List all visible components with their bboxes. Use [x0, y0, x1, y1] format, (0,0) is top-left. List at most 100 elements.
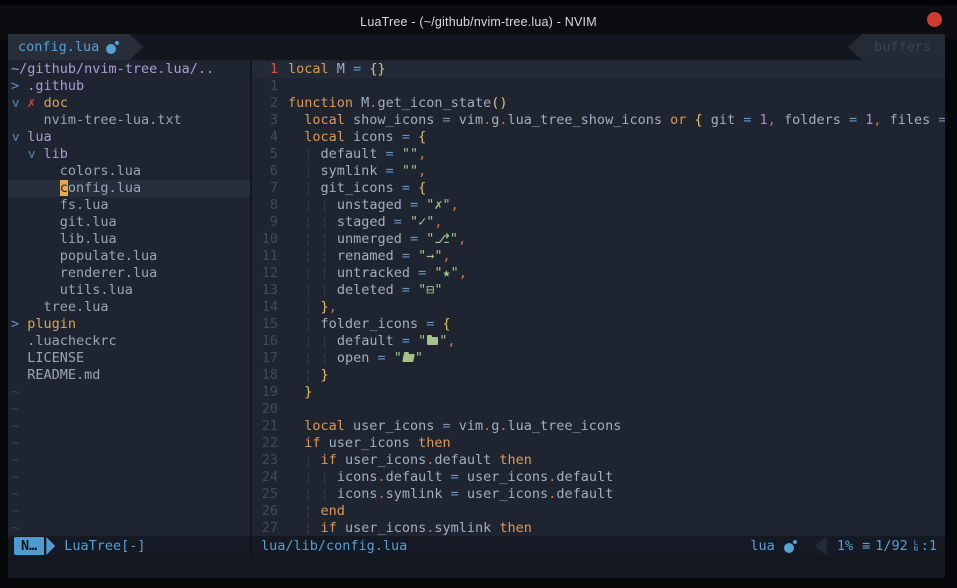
code-buffer: 1local M = {}12function M.get_icon_state… — [252, 60, 945, 536]
code-line[interactable]: 21 local user_icons = vim.g.lua_tree_ico… — [252, 418, 945, 435]
tree-row[interactable]: LICENSE — [8, 350, 250, 367]
tree-row[interactable]: lib.lua — [8, 231, 250, 248]
tree-row[interactable]: > lib — [8, 146, 250, 163]
tree-row[interactable]: > plugin — [8, 316, 250, 333]
line-number: 6 — [252, 163, 278, 180]
line-number: 1 — [252, 78, 278, 95]
line-number: 14 — [252, 299, 278, 316]
empty-line-tilde: ~ — [8, 401, 250, 418]
code-line[interactable]: 18 ¦ } — [252, 367, 945, 384]
editor-split: ~/github/nvim-tree.lua/..> .github> ✗ do… — [8, 60, 945, 536]
line-number: 19 — [252, 384, 278, 401]
line-number: 16 — [252, 333, 278, 350]
tab-bar: config.lua buffers — [8, 34, 945, 60]
menu-icon: ≡ — [862, 538, 870, 554]
empty-line-tilde: ~ — [8, 520, 250, 536]
code-line[interactable]: 12 ¦ ¦ untracked = "★", — [252, 265, 945, 282]
code-line[interactable]: 19 } — [252, 384, 945, 401]
scroll-percent: 1% — [837, 538, 853, 554]
tab-config-lua[interactable]: config.lua — [8, 34, 143, 60]
column-position: :1 — [921, 538, 937, 554]
tree-row[interactable]: README.md — [8, 367, 250, 384]
tree-row[interactable]: > lua — [8, 129, 250, 146]
empty-line-tilde: ~ — [8, 503, 250, 520]
code-line[interactable]: 7 ¦ git_icons = { — [252, 180, 945, 197]
code-line[interactable]: 14 ¦ }, — [252, 299, 945, 316]
code-line[interactable]: 10 ¦ ¦ unmerged = "⎇", — [252, 231, 945, 248]
code-line[interactable]: 2function M.get_icon_state() — [252, 95, 945, 112]
tree-row[interactable]: > ✗ doc — [8, 95, 250, 112]
tree-row[interactable]: ~/github/nvim-tree.lua/.. — [8, 61, 250, 78]
line-number-icon: LN — [914, 540, 921, 552]
line-number: 22 — [252, 435, 278, 452]
line-number: 25 — [252, 486, 278, 503]
line-number: 5 — [252, 146, 278, 163]
line-number: 21 — [252, 418, 278, 435]
folder-open-icon — [402, 354, 414, 362]
tree-row[interactable]: nvim-tree-lua.txt — [8, 112, 250, 129]
line-number: 1 — [252, 61, 278, 78]
empty-line-tilde: ~ — [8, 486, 250, 503]
tree-row[interactable]: fs.lua — [8, 197, 250, 214]
line-number: 23 — [252, 452, 278, 469]
lua-moon-icon — [106, 41, 119, 54]
code-line[interactable]: 13 ¦ ¦ deleted = "⊟" — [252, 282, 945, 299]
tree-row[interactable]: renderer.lua — [8, 265, 250, 282]
line-number: 7 — [252, 180, 278, 197]
folder-closed-icon — [427, 337, 438, 345]
line-number: 20 — [252, 401, 278, 418]
code-line[interactable]: 11 ¦ ¦ renamed = "→", — [252, 248, 945, 265]
line-number: 12 — [252, 265, 278, 282]
code-line[interactable]: 6 ¦ symlink = "", — [252, 163, 945, 180]
code-line[interactable]: 4 local icons = { — [252, 129, 945, 146]
code-line[interactable]: 3 local show_icons = vim.g.lua_tree_show… — [252, 112, 945, 129]
powerline-chevron-icon — [815, 536, 827, 556]
tree-row[interactable]: tree.lua — [8, 299, 250, 316]
line-number: 10 — [252, 231, 278, 248]
code-line[interactable]: 9 ¦ ¦ staged = "✓", — [252, 214, 945, 231]
empty-line-tilde: ~ — [8, 418, 250, 435]
line-number: 4 — [252, 129, 278, 146]
code-line[interactable]: 1local M = {} — [252, 61, 945, 78]
empty-line-tilde: ~ — [8, 469, 250, 486]
buffers-label[interactable]: buffers — [848, 34, 945, 60]
line-number: 2 — [252, 95, 278, 112]
empty-line-tilde: ~ — [8, 452, 250, 469]
code-line[interactable]: 26 ¦ end — [252, 503, 945, 520]
tree-row[interactable]: colors.lua — [8, 163, 250, 180]
line-number: 11 — [252, 248, 278, 265]
tree-row[interactable]: config.lua — [8, 180, 250, 197]
code-line[interactable]: 23 ¦ if user_icons.default then — [252, 452, 945, 469]
status-left-segment: N… LuaTree[-] — [8, 536, 250, 556]
file-tree: ~/github/nvim-tree.lua/..> .github> ✗ do… — [8, 60, 250, 536]
code-line[interactable]: 27 ¦ if user_icons.symlink then — [252, 520, 945, 536]
code-line[interactable]: 8 ¦ ¦ unstaged = "✗", — [252, 197, 945, 214]
code-line[interactable]: 25 ¦ ¦ icons.symlink = user_icons.defaul… — [252, 486, 945, 503]
empty-line-tilde: ~ — [8, 435, 250, 452]
line-number: 26 — [252, 503, 278, 520]
line-number: 18 — [252, 367, 278, 384]
terminal-window: LuaTree - (~/github/nvim-tree.lua) - NVI… — [0, 0, 957, 588]
code-line[interactable]: 16 ¦ ¦ default = "", — [252, 333, 945, 350]
tree-row[interactable]: populate.lua — [8, 248, 250, 265]
nvim-terminal: config.lua buffers ~/github/nvim-tree.lu… — [8, 34, 945, 578]
code-line[interactable]: 17 ¦ ¦ open = "" — [252, 350, 945, 367]
tree-row[interactable]: git.lua — [8, 214, 250, 231]
status-right-segment: lua/lib/config.lua lua 1% ≡ 1/92 LN :1 — [252, 536, 945, 556]
tree-row[interactable]: .luacheckrc — [8, 333, 250, 350]
line-number: 15 — [252, 316, 278, 333]
window-title: LuaTree - (~/github/nvim-tree.lua) - NVI… — [360, 15, 597, 29]
command-line[interactable] — [8, 556, 945, 578]
tree-row[interactable]: utils.lua — [8, 282, 250, 299]
close-button-icon[interactable] — [927, 12, 942, 27]
code-line[interactable]: 5 ¦ default = "", — [252, 146, 945, 163]
code-line[interactable]: 22 if user_icons then — [252, 435, 945, 452]
code-line[interactable]: 20 — [252, 401, 945, 418]
code-line[interactable]: 24 ¦ ¦ icons.default = user_icons.defaul… — [252, 469, 945, 486]
line-number: 3 — [252, 112, 278, 129]
line-number: 24 — [252, 469, 278, 486]
code-line[interactable]: 15 ¦ folder_icons = { — [252, 316, 945, 333]
tree-row[interactable]: > .github — [8, 78, 250, 95]
tab-label: config.lua — [18, 39, 99, 55]
code-line[interactable]: 1 — [252, 78, 945, 95]
